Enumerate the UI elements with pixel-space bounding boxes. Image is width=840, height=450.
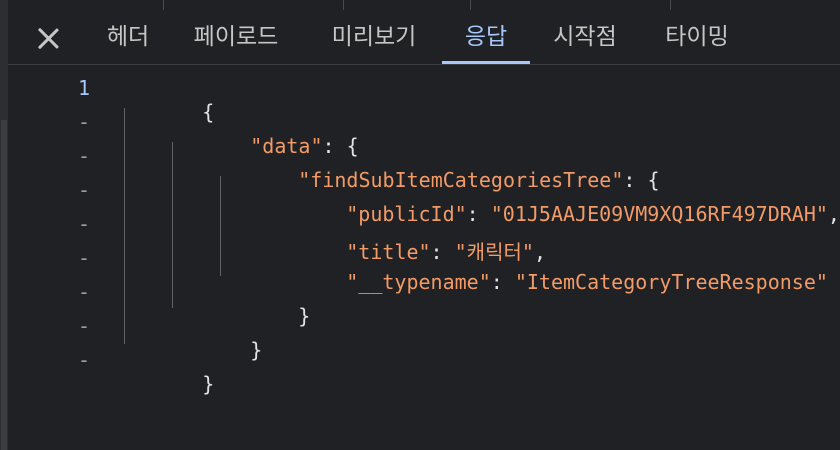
indent-guide bbox=[124, 108, 125, 344]
close-icon[interactable] bbox=[34, 24, 62, 52]
indent-guide bbox=[220, 176, 221, 276]
line-number: - bbox=[77, 144, 91, 168]
code-viewer[interactable]: 1 - - - - - - - - { "data": { "findSubIt… bbox=[8, 66, 840, 450]
divider bbox=[343, 0, 344, 10]
tab-headers[interactable]: 헤더 bbox=[98, 10, 158, 64]
json-value-typename: "ItemCategoryTreeResponse" bbox=[514, 270, 828, 294]
divider bbox=[163, 0, 164, 10]
divider bbox=[470, 0, 471, 10]
scrollbar-thumb[interactable] bbox=[1, 120, 7, 450]
line-number: - bbox=[77, 348, 91, 372]
json-line-typename: "__typename": "ItemCategoryTreeResponse" bbox=[346, 270, 828, 294]
line-number: - bbox=[77, 314, 91, 338]
top-divider-strip bbox=[8, 0, 840, 10]
tab-bar: 헤더 페이로드 미리보기 응답 시작점 타이밍 bbox=[8, 10, 840, 65]
json-line-close-root: } bbox=[202, 372, 215, 396]
tab-preview[interactable]: 미리보기 bbox=[322, 10, 426, 64]
line-number: - bbox=[77, 178, 91, 202]
response-panel: 헤더 페이로드 미리보기 응답 시작점 타이밍 1 - - - - - - - … bbox=[0, 0, 840, 450]
line-number: - bbox=[77, 280, 91, 304]
tab-response[interactable]: 응답 bbox=[442, 10, 530, 64]
json-key-typename: "__typename" bbox=[346, 270, 491, 294]
line-number: 1 bbox=[77, 76, 91, 100]
tab-timing[interactable]: 타이밍 bbox=[658, 10, 736, 64]
divider bbox=[670, 0, 671, 10]
line-number: - bbox=[77, 246, 91, 270]
indent-guide bbox=[172, 142, 173, 308]
left-scrollbar[interactable] bbox=[0, 0, 8, 450]
line-number: - bbox=[77, 212, 91, 236]
tab-initiator[interactable]: 시작점 bbox=[546, 10, 624, 64]
line-number: - bbox=[77, 110, 91, 134]
tab-payload[interactable]: 페이로드 bbox=[184, 10, 288, 64]
